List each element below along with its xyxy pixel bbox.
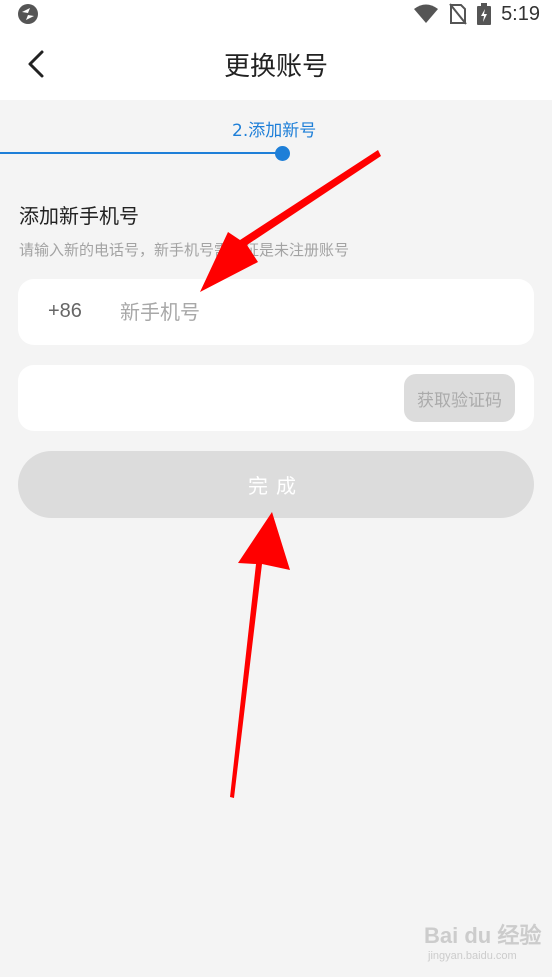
get-code-button[interactable]: 获取验证码: [404, 374, 515, 422]
section-title: 添加新手机号: [19, 204, 139, 228]
section-hint: 请输入新的电话号，新手机号需保证是未注册账号: [19, 241, 350, 259]
status-icons: 5:19: [413, 0, 540, 28]
wifi-icon: [414, 4, 439, 23]
no-sim-icon: [449, 3, 467, 25]
step-progress-line: [0, 152, 282, 154]
done-button[interactable]: 完成: [18, 451, 534, 518]
status-time: 5:19: [501, 2, 540, 25]
phone-input-card: +86: [18, 279, 534, 345]
watermark-logo: Bai du 经验: [424, 923, 542, 948]
phone-number-input[interactable]: [120, 293, 500, 331]
verification-code-card: 获取验证码: [18, 365, 534, 431]
battery-charging-icon: [477, 3, 492, 25]
watermark-url: jingyan.baidu.com: [428, 950, 517, 962]
annotation-arrow-to-phone-input: [200, 150, 381, 292]
app-notification-icon: [18, 4, 38, 24]
country-code[interactable]: +86: [48, 300, 82, 323]
status-bar: 5:19: [0, 0, 552, 28]
page-title: 更换账号: [223, 52, 328, 82]
step-label: 2.添加新号: [232, 121, 317, 141]
app-bar: 更换账号: [0, 28, 552, 100]
step-current-dot: [275, 146, 290, 161]
annotation-arrow-to-done-button: [230, 512, 290, 798]
verification-code-input[interactable]: [42, 379, 382, 417]
